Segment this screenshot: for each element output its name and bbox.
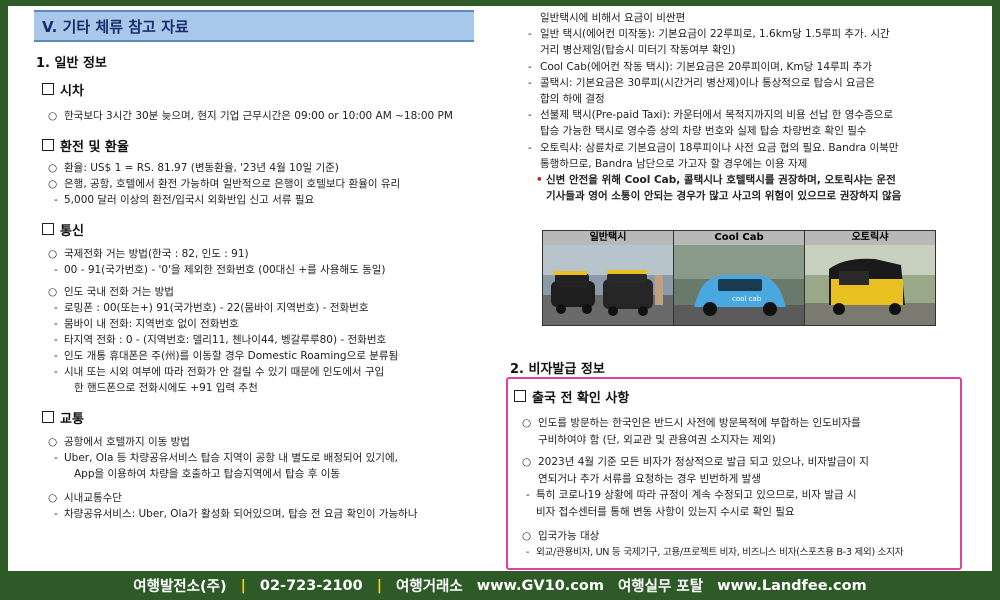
list-item: ○ 인도 국내 전화 거는 방법 — [48, 286, 174, 298]
rickshaw-image — [805, 245, 935, 325]
timezone-heading: 시차 — [42, 78, 498, 100]
section-banner: V. 기타 체류 참고 자료 — [34, 10, 474, 42]
list-item: 한 핸드폰으로 전화시에도 +91 입력 추천 — [74, 382, 258, 394]
circle-bullet-icon: ○ — [48, 436, 58, 448]
checkbox-icon — [514, 390, 526, 402]
taxi-image — [543, 245, 673, 325]
circle-bullet-icon: ○ — [48, 286, 58, 298]
taxi-item: - 콜택시: 기본요금은 30루피(시간거리 병산제)이나 통상적으로 탑승시 … — [528, 76, 875, 106]
list-item: - 차량공유서비스: Uber, Ola가 활성화 되어있으며, 탑승 전 요금… — [54, 508, 418, 520]
list-item: - 5,000 달러 이상의 환전/입국시 외화반입 신고 서류 필요 — [54, 194, 315, 206]
safety-note: • 신변 안전을 위해 Cool Cab, 콜택시나 호텔택시를 권장하며, 오… — [536, 172, 936, 204]
checkbox-icon — [42, 411, 54, 423]
general-heading: 1. 일반 정보 — [36, 56, 107, 71]
exchange-heading: 환전 및 환율 — [42, 134, 498, 156]
taxi-item: - 일반 택시(에어컨 미작동): 기본요금이 22루피로, 1.6km당 1.… — [528, 28, 890, 57]
list-item: - 타지역 전화 : 0 - (지역번호: 델리11, 첸나이44, 벵갈루루8… — [54, 334, 387, 346]
list-item: ○ 한국보다 3시간 30분 늦으며, 현지 기업 근무시간은 09:00 or… — [48, 110, 453, 122]
list-item: - 시내 또는 시외 여부에 따라 전화가 안 걸릴 수 있기 때문에 인도에서… — [54, 366, 385, 378]
footer-separator: | — [376, 577, 383, 594]
svg-text:cool cab: cool cab — [732, 295, 762, 303]
circle-bullet-icon: ○ — [522, 417, 532, 429]
taxi-item: - 오토릭샤: 삼륜차로 기본요금이 18루피이나 사전 요금 협의 필요. B… — [528, 141, 899, 170]
circle-bullet-icon: ○ — [522, 456, 532, 468]
list-item: ○ 국제전화 거는 방법(한국 : 82, 인도 : 91) — [48, 248, 249, 260]
circle-bullet-icon: ○ — [48, 492, 58, 504]
continued-line: 일반택시에 비해서 요금이 비싼편 — [540, 12, 686, 24]
document-page: V. 기타 체류 참고 자료 1. 일반 정보 시차 ○ 한국보다 3시간 30… — [8, 6, 992, 571]
photo-regular-taxi: 일반택시 — [543, 231, 674, 325]
transport-heading: 교통 — [42, 406, 498, 428]
photo-auto-rickshaw: 오토릭샤 — [805, 231, 935, 325]
footer-bar: 여행발전소(주) | 02-723-2100 | 여행거래소 www.GV10.… — [0, 571, 1000, 600]
telecom-heading: 통신 — [42, 218, 498, 240]
list-item: ○ 은행, 공항, 호텔에서 환전 가능하며 일반적으로 은행이 호텔보다 환율… — [48, 178, 401, 190]
photo-cool-cab: Cool Cab cool cab — [674, 231, 805, 325]
list-item: - 특히 코로나19 상황에 따라 규정이 계속 수정되고 있으므로, 비자 발… — [526, 489, 857, 518]
asterisk-icon: • — [536, 174, 543, 187]
list-item: ○ 시내교통수단 — [48, 492, 122, 504]
list-item: ○ 공항에서 호텔까지 이동 방법 — [48, 436, 190, 448]
checkbox-icon — [42, 83, 54, 95]
visa-heading: 2. 비자발급 정보 — [510, 362, 605, 377]
circle-bullet-icon: ○ — [48, 178, 58, 190]
left-column: V. 기타 체류 참고 자료 1. 일반 정보 시차 ○ 한국보다 3시간 30… — [8, 6, 498, 571]
list-item: - 인도 개통 휴대폰은 주(州)를 이동할 경우 Domestic Roami… — [54, 350, 399, 362]
footer-phone: 02-723-2100 — [259, 577, 363, 594]
list-item: - Uber, Ola 등 차량공유서비스 탑승 지역이 공항 내 별도로 배정… — [54, 452, 398, 464]
visa-checklist-box: 출국 전 확인 사항 ○ 인도를 방문하는 한국인은 반드시 사전에 방문목적에… — [506, 377, 962, 570]
circle-bullet-icon: ○ — [48, 248, 58, 260]
checkbox-icon — [42, 223, 54, 235]
taxi-photos: 일반택시 Cool Cab cool cab 오토릭샤 — [542, 230, 936, 326]
footer-portal-link[interactable]: www.Landfee.com — [717, 578, 867, 594]
circle-bullet-icon: ○ — [48, 162, 58, 174]
taxi-item: - Cool Cab(에어컨 작동 택시): 기본요금은 20루피이며, Km당… — [528, 60, 872, 73]
list-item: - 뭄바이 내 전화: 지역번호 없이 전화번호 — [54, 318, 239, 330]
list-item: - 00 - 91(국가번호) - '0'을 제외한 전화번호 (00대신 +를… — [54, 264, 386, 276]
circle-bullet-icon: ○ — [522, 530, 532, 542]
list-item: - 로밍폰 : 00(또는+) 91(국가번호) - 22(뭄바이 지역번호) … — [54, 302, 369, 314]
list-item: - 외교/관용비자, UN 등 국제기구, 고용/프로젝트 비자, 비즈니스 비… — [526, 546, 904, 558]
list-item: ○ 입국가능 대상 — [522, 528, 952, 545]
footer-portal-label: 여행실무 포탈 — [617, 579, 704, 595]
list-item: ○ 환율: US$ 1 = RS. 81.97 (변동환율, '23년 4월 1… — [48, 162, 339, 174]
list-item: ○ 인도를 방문하는 한국인은 반드시 사전에 방문목적에 부합하는 인도비자를… — [522, 415, 952, 448]
footer-company: 여행발전소(주) — [133, 579, 227, 595]
taxi-item: - 선불제 택시(Pre-paid Taxi): 카운터에서 목적지까지의 비용… — [528, 109, 893, 138]
footer-exchange-link[interactable]: www.GV10.com — [477, 578, 604, 594]
list-item: ○ 2023년 4월 기준 모든 비자가 정상적으로 발급 되고 있으나, 비자… — [522, 454, 952, 487]
cool-cab-image: cool cab — [674, 245, 804, 325]
footer-exchange-label: 여행거래소 — [396, 579, 463, 595]
circle-bullet-icon: ○ — [48, 110, 58, 122]
visa-box-title: 출국 전 확인 사항 — [514, 385, 952, 407]
right-column: 일반택시에 비해서 요금이 비싼편 - 일반 택시(에어컨 미작동): 기본요금… — [506, 6, 992, 571]
checkbox-icon — [42, 139, 54, 151]
list-item: App을 이용하여 차량을 호출하고 탑승지역에서 탑승 후 이동 — [74, 468, 341, 480]
footer-separator: | — [240, 577, 246, 594]
